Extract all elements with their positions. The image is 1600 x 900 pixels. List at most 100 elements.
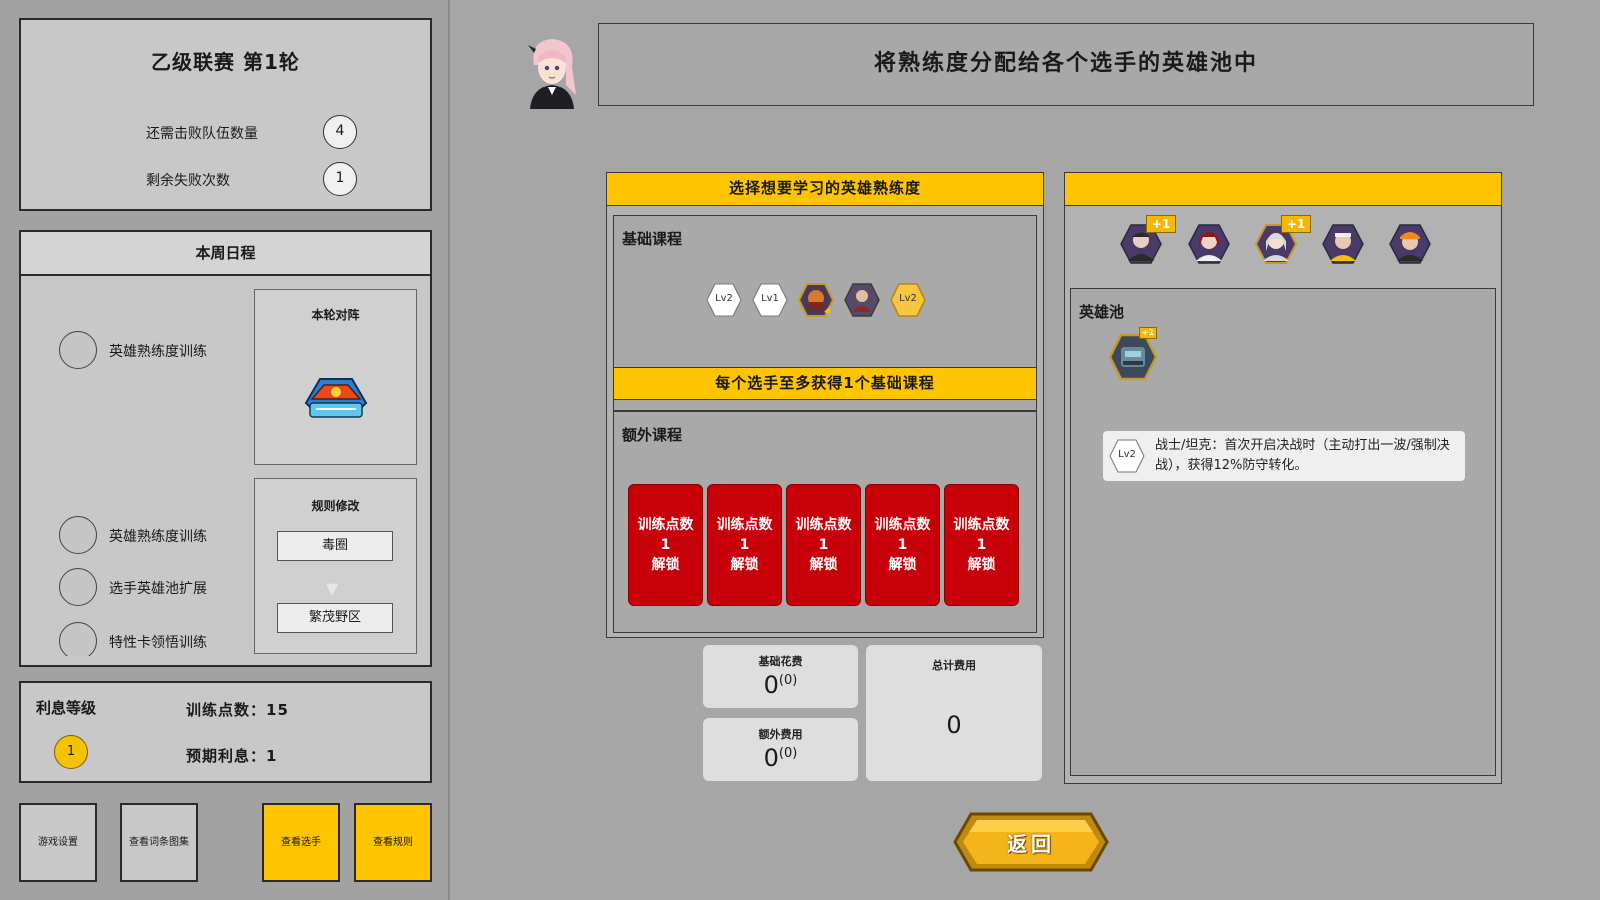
schedule-item-indicator (59, 568, 97, 606)
unlock-cost-value: 1 (897, 537, 908, 553)
back-button[interactable]: 返回 (953, 810, 1109, 874)
hero-portrait-icon[interactable] (797, 282, 835, 318)
proficiency-plus-badge: +1 (1139, 327, 1157, 339)
extra-cost-label: 额外费用 (758, 728, 803, 741)
rule-to-button[interactable]: 繁茂野区 (277, 603, 393, 633)
extra-course-box: 额外课程 训练点数 1 解锁 训练点数 1 解锁 训练点数 1 解锁 训练点数 … (613, 411, 1037, 633)
view-players-button[interactable]: 查看选手 (262, 803, 340, 882)
schedule-header: 本周日程 (21, 232, 430, 276)
extra-cost-value-wrap: 0(0) (703, 744, 858, 772)
proficiency-hex-icon[interactable]: Lv1 (752, 282, 788, 318)
pool-hero-icon[interactable]: +1 (1108, 327, 1158, 381)
opponent-team-logo (304, 378, 368, 418)
hero-pool-box: 英雄池 +1 Lv2 战士/坦克：首次开启决战时（主动打出一波/强制决战），获得… (1070, 288, 1496, 776)
league-info-box: 乙级联赛 第1轮 还需击败队伍数量 4 剩余失败次数 1 (19, 18, 432, 211)
player-portrait[interactable]: +1 (1254, 215, 1311, 265)
player-portrait[interactable]: +1 (1120, 215, 1176, 265)
league-title: 乙级联赛 第1轮 (151, 50, 300, 74)
left-panel: 乙级联赛 第1轮 还需击败队伍数量 4 剩余失败次数 1 本周日程 英雄熟练度训… (0, 0, 450, 900)
schedule-item-indicator (59, 622, 97, 656)
view-rules-button[interactable]: 查看规则 (354, 803, 432, 882)
trait-tooltip: Lv2 战士/坦克：首次开启决战时（主动打出一波/强制决战），获得12%防守转化… (1103, 431, 1465, 481)
extra-cost-sup: (0) (778, 746, 798, 761)
schedule-item[interactable]: 特性卡领悟训练 (59, 622, 239, 656)
player-portrait[interactable] (1389, 223, 1431, 265)
extra-cost-value: 0 (763, 744, 779, 772)
trait-level: Lv2 (1118, 449, 1136, 460)
proficiency-level: Lv2 (899, 293, 917, 304)
course-header: 选择想要学习的英雄熟练度 (606, 172, 1044, 206)
schedule-item-label: 英雄熟练度训练 (109, 529, 207, 545)
unlock-cost-label: 训练点数 (716, 517, 773, 533)
extra-cost-box: 额外费用 0(0) (703, 718, 858, 781)
schedule-item-label: 选手英雄池扩展 (109, 581, 207, 597)
unlock-card[interactable]: 训练点数 1 解锁 (865, 484, 940, 606)
course-panel: 选择想要学习的英雄熟练度 基础课程 Lv2 Lv1 Lv2 每个选手至多获得1个… (606, 172, 1044, 638)
loss-count-value: 1 (323, 162, 357, 196)
interest-level-badge: 1 (54, 735, 88, 769)
matchup-card[interactable]: 本轮对阵 (254, 289, 417, 465)
total-cost-label: 总计费用 (932, 659, 976, 672)
rule-change-card: 规则修改 毒圈 ▼ 繁茂野区 (254, 478, 417, 654)
unlock-cost-label: 训练点数 (795, 517, 852, 533)
proficiency-level: Lv2 (715, 293, 733, 304)
proficiency-plus-badge: +1 (1146, 215, 1176, 233)
glossary-button[interactable]: 查看词条图集 (120, 803, 198, 882)
total-cost-box: 总计费用 0 (866, 645, 1042, 781)
loss-count-row: 剩余失败次数 1 (146, 162, 366, 196)
hero-portrait-icon[interactable] (844, 282, 880, 318)
basic-course-icons: Lv2 Lv1 Lv2 (706, 282, 946, 322)
schedule-item[interactable]: 选手英雄池扩展 (59, 568, 239, 608)
training-points-text: 训练点数：15 (186, 701, 289, 719)
rule-from-button[interactable]: 毒圈 (277, 531, 393, 561)
schedule-item[interactable]: 英雄熟练度训练 (59, 516, 239, 556)
unlock-action-label: 解锁 (730, 557, 759, 573)
trait-level-hex-icon: Lv2 (1109, 438, 1145, 474)
unlock-card[interactable]: 训练点数 1 解锁 (786, 484, 861, 606)
unlock-cost-value: 1 (739, 537, 750, 553)
unlock-card[interactable]: 训练点数 1 解锁 (707, 484, 782, 606)
hero-pool-panel: +1 +1 英雄池 +1 Lv2 战士/坦克：首次开启决战时（主动打出一波/强制… (1064, 172, 1502, 784)
expected-interest-text: 预期利息：1 (186, 747, 278, 765)
instruction-banner: 将熟练度分配给各个选手的英雄池中 (598, 23, 1534, 106)
basic-cost-box: 基础花费 0(0) (703, 645, 858, 708)
basic-cost-label: 基础花费 (758, 655, 803, 668)
player-portrait[interactable] (1188, 223, 1230, 265)
interest-title: 利息等级 (36, 699, 97, 717)
unlock-action-label: 解锁 (809, 557, 838, 573)
unlock-card[interactable]: 训练点数 1 解锁 (944, 484, 1019, 606)
basic-course-note: 每个选手至多获得1个基础课程 (613, 367, 1037, 400)
schedule-item-label: 特性卡领悟训练 (109, 635, 207, 651)
back-button-label: 返回 (1007, 832, 1055, 856)
advisor-avatar (528, 39, 576, 109)
defeat-count-value: 4 (323, 115, 357, 149)
arrow-down-icon: ▼ (326, 579, 339, 598)
game-settings-button[interactable]: 游戏设置 (19, 803, 97, 882)
defeat-count-label: 还需击败队伍数量 (146, 126, 258, 142)
total-cost-value: 0 (946, 711, 962, 739)
unlock-action-label: 解锁 (651, 557, 680, 573)
basic-cost-value: 0 (763, 671, 779, 699)
unlock-card[interactable]: 训练点数 1 解锁 (628, 484, 703, 606)
proficiency-hex-icon[interactable]: Lv2 (706, 282, 742, 318)
extra-course-title: 额外课程 (622, 426, 683, 444)
loss-count-label: 剩余失败次数 (146, 173, 230, 189)
proficiency-hex-icon[interactable]: Lv2 (890, 282, 926, 318)
basic-cost-value-wrap: 0(0) (703, 671, 858, 699)
player-hero-row: +1 +1 (1120, 215, 1440, 267)
rule-change-title: 规则修改 (311, 499, 360, 513)
unlock-cost-value: 1 (818, 537, 829, 553)
proficiency-level: Lv1 (761, 293, 779, 304)
trait-description: 战士/坦克：首次开启决战时（主动打出一波/强制决战），获得12%防守转化。 (1155, 438, 1450, 473)
unlock-cost-label: 训练点数 (953, 517, 1010, 533)
pool-header (1064, 172, 1502, 206)
unlock-cost-value: 1 (976, 537, 987, 553)
schedule-item[interactable]: 英雄熟练度训练 (59, 331, 239, 371)
unlock-cost-value: 1 (660, 537, 671, 553)
unlock-cost-label: 训练点数 (637, 517, 694, 533)
player-portrait[interactable] (1322, 223, 1364, 265)
proficiency-plus-badge: +1 (1281, 215, 1311, 233)
weekly-schedule-box: 本周日程 英雄熟练度训练 英雄熟练度训练 选手英雄池扩展 特性卡领悟训练 本轮对… (19, 230, 432, 667)
unlock-action-label: 解锁 (967, 557, 996, 573)
matchup-title: 本轮对阵 (311, 308, 360, 322)
